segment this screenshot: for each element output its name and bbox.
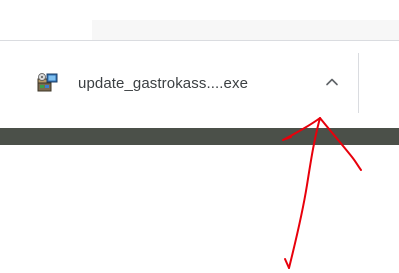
download-shelf: update_gastrokass....exe: [0, 40, 399, 128]
taskbar-strip: [0, 128, 399, 145]
download-item[interactable]: update_gastrokass....exe: [22, 51, 348, 115]
page-content-area: [0, 0, 399, 40]
download-options-button[interactable]: [322, 73, 342, 93]
installer-package-icon: [34, 70, 60, 96]
download-file-name: update_gastrokass....exe: [78, 74, 249, 92]
chevron-up-icon: [325, 74, 339, 92]
screenshot-canvas: update_gastrokass....exe: [0, 0, 399, 273]
shelf-separator: [358, 53, 359, 113]
page-content-strip: [92, 20, 399, 40]
